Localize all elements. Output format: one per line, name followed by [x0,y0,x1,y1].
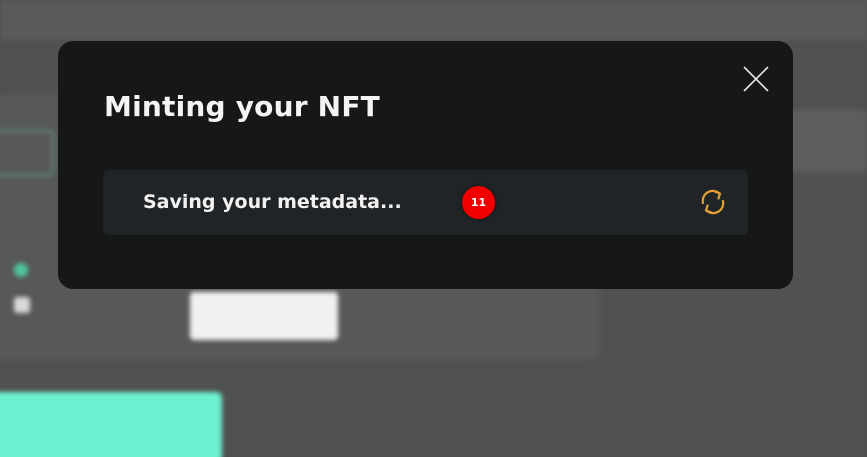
background-radio-dot [14,263,28,277]
background-outline-button [0,130,54,176]
background-mint-button [0,392,222,457]
minting-modal: Minting your NFT Saving your metadata...… [58,41,793,289]
status-text: Saving your metadata... [143,191,402,213]
close-icon [741,64,771,94]
modal-title: Minting your NFT [104,90,380,123]
count-badge: 11 [462,186,495,219]
background-topbar [0,0,867,40]
refresh-icon [697,186,729,218]
background-input [190,292,338,340]
background-checkbox [14,297,30,313]
close-button[interactable] [741,64,771,94]
status-row: Saving your metadata... 11 [103,170,748,235]
